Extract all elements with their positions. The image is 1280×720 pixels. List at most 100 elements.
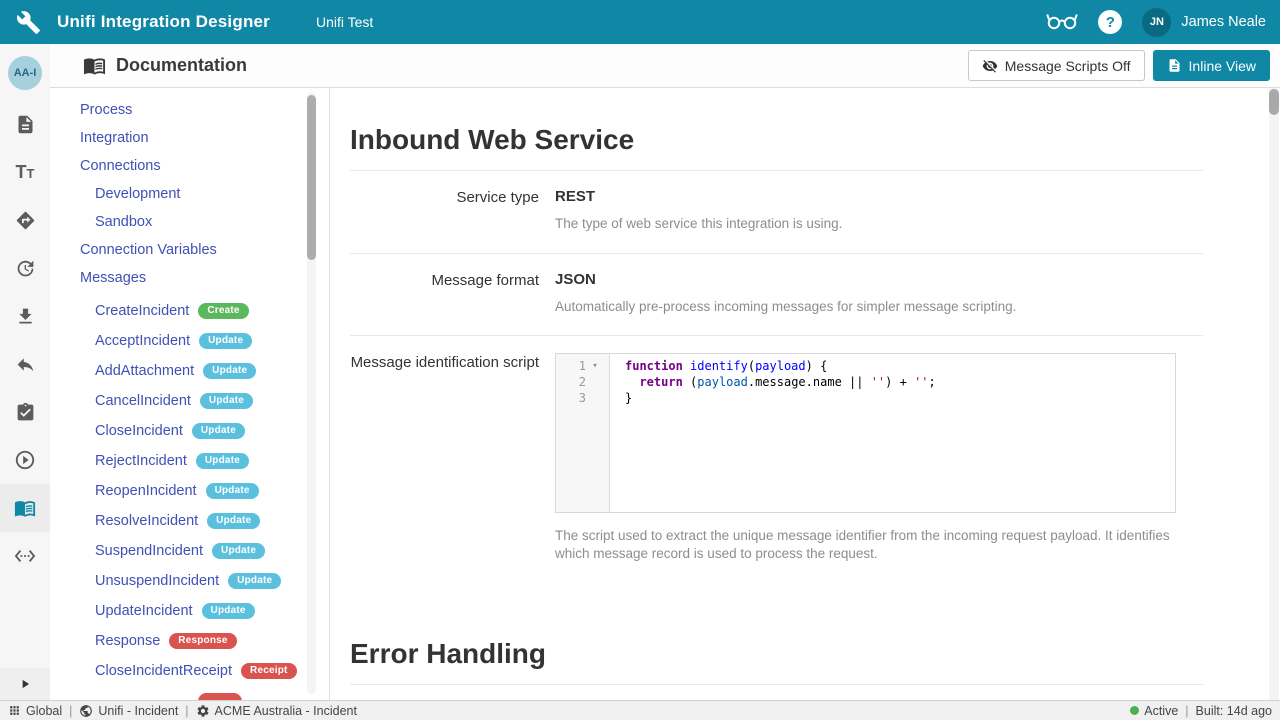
- status-company-label: ACME Australia - Incident: [215, 704, 357, 718]
- workspace-name[interactable]: Unifi Test: [316, 14, 373, 30]
- code-editor[interactable]: 1▾23 function identify(payload) { return…: [555, 353, 1176, 513]
- message-scripts-toggle-button[interactable]: Message Scripts Off: [968, 50, 1145, 81]
- status-company[interactable]: ACME Australia - Incident: [196, 704, 357, 718]
- gutter-line: 1▾: [556, 358, 609, 374]
- tasks-clipboard-icon[interactable]: [0, 388, 50, 436]
- code-fold-icon[interactable]: ▾: [586, 361, 604, 371]
- user-menu[interactable]: JN James Neale: [1142, 8, 1266, 37]
- sidebar-scrollbar-thumb[interactable]: [307, 95, 316, 260]
- section-title-error-handling: Error Handling: [350, 638, 1203, 685]
- sidebar-item-label: ResolveIncident: [95, 513, 198, 529]
- sidebar-item[interactable]: UpdateIncidentUpdate: [50, 596, 329, 626]
- status-process[interactable]: Unifi - Incident: [79, 704, 178, 718]
- code-icon[interactable]: [0, 532, 50, 580]
- inline-view-button[interactable]: Inline View: [1153, 50, 1270, 81]
- sidebar-item[interactable]: RejectIncidentUpdate: [50, 446, 329, 476]
- sidebar-item[interactable]: ResolveIncidentUpdate: [50, 506, 329, 536]
- message-type-badge: [198, 693, 242, 701]
- expand-rail-button[interactable]: [0, 668, 50, 700]
- sidebar-item[interactable]: Sandbox: [50, 208, 329, 236]
- sidebar-item-label: CloseIncident: [95, 423, 183, 439]
- documentation-book-icon[interactable]: [0, 484, 50, 532]
- reply-icon[interactable]: [0, 340, 50, 388]
- text-format-icon[interactable]: TT: [0, 148, 50, 196]
- sidebar-item-label: AddAttachment: [95, 363, 194, 379]
- code-area[interactable]: function identify(payload) { return (pay…: [610, 354, 1175, 512]
- user-name: James Neale: [1181, 14, 1266, 30]
- workspace-avatar[interactable]: AA-I: [8, 56, 42, 90]
- sidebar-item[interactable]: ResponseResponse: [50, 626, 329, 656]
- sidebar-item[interactable]: Development: [50, 180, 329, 208]
- sidebar-item[interactable]: Messages: [50, 264, 329, 292]
- sidebar-item[interactable]: CancelIncident Update: [50, 386, 329, 416]
- main-scrollbar[interactable]: [1269, 88, 1279, 700]
- code-gutter: 1▾23: [556, 354, 610, 512]
- file-icon: [1167, 58, 1182, 73]
- sidebar-item-label: CancelIncident: [95, 393, 191, 409]
- gear-icon: [196, 704, 210, 718]
- sidebar-item-label: Connection Variables: [80, 242, 217, 258]
- sidebar-item[interactable]: CloseIncident Update: [50, 416, 329, 446]
- field-label: Service type: [350, 188, 555, 233]
- sidebar-item[interactable]: CloseIncidentReceiptReceipt: [50, 656, 329, 686]
- history-icon[interactable]: [0, 244, 50, 292]
- status-scope[interactable]: Global: [8, 704, 62, 718]
- gutter-line: 3: [556, 390, 609, 406]
- app-logo-wrench-icon[interactable]: [16, 10, 41, 35]
- message-type-badge: Update: [199, 333, 252, 349]
- message-scripts-button-label: Message Scripts Off: [1005, 58, 1131, 74]
- sidebar-item[interactable]: AcceptIncident Update: [50, 326, 329, 356]
- documentation-sidebar: ProcessIntegrationConnections Development…: [50, 88, 330, 700]
- sidebar-scrollbar[interactable]: [307, 92, 316, 694]
- sidebar-item-label: Development: [95, 186, 180, 202]
- inline-view-button-label: Inline View: [1189, 58, 1256, 74]
- sidebar-item-label: AcceptIncident: [95, 333, 190, 349]
- sidebar-item-label: CreateIncident: [95, 303, 189, 319]
- sidebar-item[interactable]: Connection Variables: [50, 236, 329, 264]
- message-type-badge: Update: [200, 393, 253, 409]
- active-status-dot: [1130, 706, 1139, 715]
- document-icon[interactable]: [0, 100, 50, 148]
- page-header: Documentation Message Scripts Off Inline…: [50, 44, 1280, 88]
- download-icon[interactable]: [0, 292, 50, 340]
- user-avatar[interactable]: JN: [1142, 8, 1171, 37]
- field-description: The type of web service this integration…: [555, 215, 1203, 233]
- field-description: The script used to extract the unique me…: [555, 527, 1203, 562]
- sidebar-item-label: SuspendIncident: [95, 543, 203, 559]
- built-label: Built: 14d ago: [1196, 704, 1272, 718]
- sidebar-item[interactable]: Connections: [50, 152, 329, 180]
- sidebar-item-label: Response: [95, 633, 160, 649]
- play-circle-icon[interactable]: [0, 436, 50, 484]
- sidebar-item[interactable]: CreateIncidentCreate: [50, 296, 329, 326]
- sidebar-item[interactable]: Integration: [50, 124, 329, 152]
- message-type-badge: Update: [192, 423, 245, 439]
- field-message-identification-script: Message identification script 1▾23 funct…: [350, 335, 1203, 582]
- section-title-inbound-web-service: Inbound Web Service: [350, 124, 1203, 171]
- sidebar-item-label: UnsuspendIncident: [95, 573, 219, 589]
- icon-rail: AA-I TT: [0, 44, 50, 700]
- sidebar-item[interactable]: UnsuspendIncidentUpdate: [50, 566, 329, 596]
- sidebar-item[interactable]: ReopenIncidentUpdate: [50, 476, 329, 506]
- directions-icon[interactable]: [0, 196, 50, 244]
- message-type-badge: Update: [203, 363, 256, 379]
- code-line[interactable]: function identify(payload) {: [610, 358, 1175, 374]
- documentation-main: Inbound Web Service Service type REST Th…: [330, 88, 1280, 700]
- code-line[interactable]: return (payload.message.name || '') + ''…: [610, 374, 1175, 390]
- field-label: Message identification script: [350, 353, 555, 562]
- help-icon[interactable]: ?: [1098, 10, 1122, 34]
- field-service-type: Service type REST The type of web servic…: [350, 171, 1203, 253]
- globe-icon: [79, 704, 93, 718]
- sidebar-item-label: RejectIncident: [95, 453, 187, 469]
- app-title: Unifi Integration Designer: [57, 12, 270, 32]
- glasses-icon[interactable]: [1046, 9, 1078, 36]
- main-scrollbar-thumb[interactable]: [1269, 89, 1279, 115]
- documentation-header-icon: [83, 54, 106, 77]
- message-type-badge: Update: [206, 483, 259, 499]
- separator: |: [185, 704, 188, 718]
- sidebar-item[interactable]: SuspendIncidentUpdate: [50, 536, 329, 566]
- sidebar-item-label: Messages: [80, 270, 146, 286]
- sidebar-item[interactable]: Process: [50, 96, 329, 124]
- field-sync-error-message: Sync error message Not configured The me…: [350, 685, 1203, 700]
- sidebar-item[interactable]: AddAttachment Update: [50, 356, 329, 386]
- code-line[interactable]: }: [610, 390, 1175, 406]
